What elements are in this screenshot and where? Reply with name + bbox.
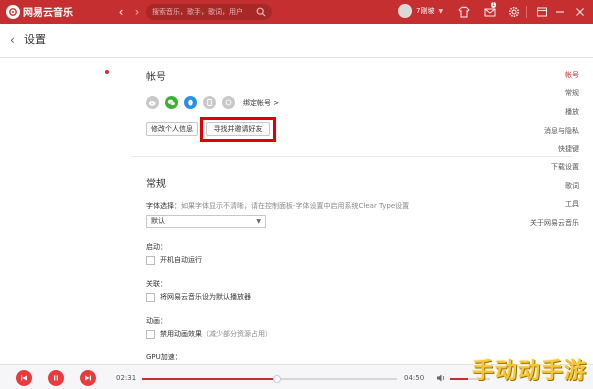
- watermark-logo: 手动动手游: [471, 359, 587, 384]
- volume-fill: [450, 378, 468, 380]
- previous-track-button[interactable]: [16, 370, 32, 386]
- bind-account-link[interactable]: 绑定帐号 >: [243, 98, 279, 108]
- netease-music-logo-icon: [6, 4, 20, 19]
- page-title: 设置: [24, 33, 46, 46]
- qq-icon[interactable]: [184, 96, 197, 109]
- netease-account-icon[interactable]: [222, 96, 235, 109]
- pause-button[interactable]: [48, 370, 64, 386]
- font-select[interactable]: 默认 ▼: [146, 215, 266, 228]
- app-logo-text: 网易云音乐: [23, 8, 73, 19]
- default-player-option-label[interactable]: 将网易云音乐设为默认播放器: [160, 292, 251, 302]
- search-icon[interactable]: [256, 7, 266, 17]
- bind-accounts-row: 绑定帐号 >: [146, 96, 279, 109]
- previous-icon: [21, 375, 27, 381]
- avatar[interactable]: [398, 4, 412, 18]
- username[interactable]: 7刚坡: [416, 6, 434, 16]
- nav-forward-button[interactable]: ›: [130, 5, 144, 19]
- edit-profile-button[interactable]: 修改个人信息: [146, 122, 198, 136]
- chevron-down-icon: ▼: [256, 218, 261, 225]
- next-icon: [85, 375, 91, 381]
- startup-option-row[interactable]: 开机自动运行: [146, 255, 202, 265]
- next-track-button[interactable]: [80, 370, 96, 386]
- weibo-icon[interactable]: [146, 96, 159, 109]
- font-hint: 如果字体显示不清晰，请在控制面板-字体设置中启用系统Clear Type设置: [181, 202, 410, 210]
- search-placeholder: 搜索音乐，歌手，歌词，用户: [152, 8, 243, 16]
- disable-animation-label[interactable]: 禁用动画效果（减少部分资源占用）: [160, 329, 272, 339]
- volume-icon[interactable]: [436, 373, 446, 383]
- back-chevron-icon[interactable]: ‹: [10, 33, 15, 47]
- highlight-annotation-box: [200, 117, 276, 142]
- mail-count-badge: 1: [491, 2, 497, 8]
- account-section-title: 帐号: [146, 72, 166, 83]
- current-time: 02:31: [116, 374, 137, 382]
- app-logo[interactable]: 网易云音乐: [6, 4, 73, 19]
- general-section-title: 常规: [146, 179, 166, 190]
- animation-option-row[interactable]: 禁用动画效果（减少部分资源占用）: [146, 329, 272, 339]
- phone-icon[interactable]: [203, 96, 216, 109]
- font-label: 字体选择：: [146, 202, 181, 210]
- disable-animation-checkbox[interactable]: [146, 329, 155, 339]
- font-select-value: 默认: [151, 217, 165, 225]
- pause-icon: [54, 375, 58, 381]
- default-player-checkbox[interactable]: [146, 292, 155, 302]
- progress-handle[interactable]: [273, 375, 282, 383]
- progress-fill: [142, 378, 278, 380]
- section-divider: [132, 156, 572, 157]
- close-icon[interactable]: [574, 6, 586, 18]
- font-setting-row: 字体选择：如果字体显示不清晰，请在控制面板-字体设置中启用系统Clear Typ…: [146, 201, 409, 211]
- search-input[interactable]: 搜索音乐，歌手，歌词，用户: [146, 4, 272, 20]
- associate-label: 关联：: [146, 280, 167, 288]
- animation-label: 动画：: [146, 317, 167, 325]
- settings-header: ‹ 设置: [0, 24, 593, 58]
- chevron-down-icon[interactable]: ▼: [438, 8, 443, 15]
- skin-tshirt-icon[interactable]: [458, 6, 470, 18]
- startup-label: 启动：: [146, 243, 167, 251]
- nav-back-button[interactable]: ‹: [114, 5, 128, 19]
- mini-mode-icon[interactable]: [536, 6, 548, 18]
- window-controls-divider: [526, 6, 527, 18]
- progress-slider[interactable]: [142, 375, 397, 383]
- wechat-icon[interactable]: [165, 96, 178, 109]
- title-bar: 网易云音乐 ‹ › 搜索音乐，歌手，歌词，用户 7刚坡 ▼ 1: [0, 0, 593, 24]
- settings-content: 帐号 绑定帐号 > 修改个人信息 寻找并邀请好友 常规 字体选择：如果字体显示不…: [110, 58, 593, 360]
- total-time: 04:50: [404, 374, 425, 382]
- startup-checkbox[interactable]: [146, 255, 155, 265]
- gpu-label: GPU加速：: [146, 353, 182, 360]
- active-indicator-dot: [105, 70, 109, 74]
- associate-option-row[interactable]: 将网易云音乐设为默认播放器: [146, 292, 251, 302]
- gear-icon[interactable]: [508, 6, 520, 18]
- minimize-icon[interactable]: [554, 6, 566, 18]
- user-menu[interactable]: 7刚坡 ▼: [398, 4, 443, 18]
- startup-option-label[interactable]: 开机自动运行: [160, 255, 202, 265]
